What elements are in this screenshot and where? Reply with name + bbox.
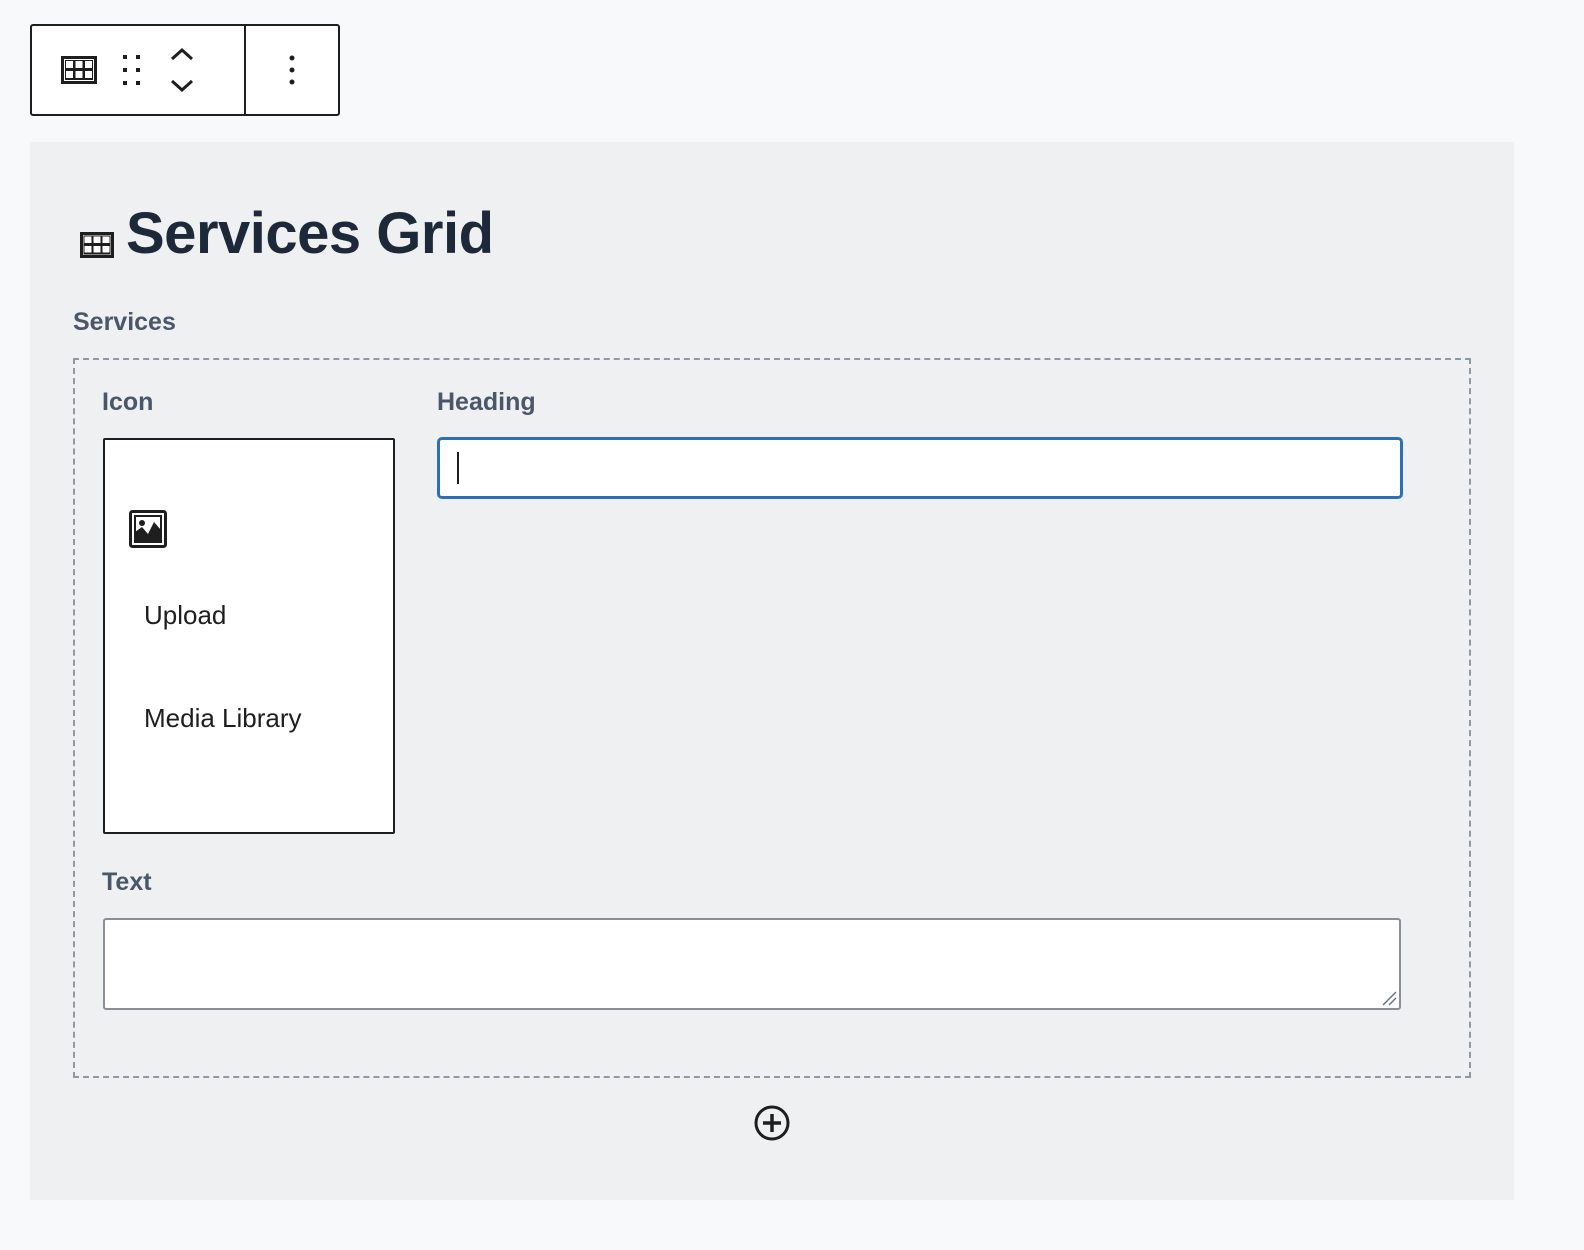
toolbar-options-group	[246, 26, 338, 114]
add-service-button[interactable]	[752, 1103, 792, 1143]
grid-icon	[80, 231, 114, 258]
heading-input[interactable]	[437, 437, 1403, 499]
services-repeater-item: Icon Heading Upload Media Library Text	[73, 358, 1471, 1078]
upload-button[interactable]: Upload	[144, 600, 226, 631]
text-textarea[interactable]	[103, 918, 1401, 1010]
block-type-button[interactable]	[48, 40, 110, 100]
block-movers	[154, 30, 210, 110]
resize-handle-icon[interactable]	[1381, 990, 1397, 1006]
chevron-up-icon	[170, 47, 194, 61]
text-caret	[457, 452, 459, 484]
grid-icon	[61, 56, 97, 84]
drag-handle-icon	[123, 55, 140, 85]
image-icon	[129, 510, 167, 548]
text-field-label: Text	[102, 868, 152, 896]
more-vertical-icon	[289, 55, 295, 85]
drag-handle-button[interactable]	[110, 40, 154, 100]
icon-field-label: Icon	[102, 388, 154, 416]
block-toolbar	[30, 24, 340, 116]
plus-circle-icon	[754, 1105, 790, 1141]
heading-field-label: Heading	[437, 388, 536, 416]
services-label: Services	[73, 308, 176, 336]
chevron-down-icon	[170, 79, 194, 93]
block-title: Services Grid	[80, 200, 494, 267]
options-button[interactable]	[267, 40, 317, 100]
move-down-button[interactable]	[162, 73, 202, 99]
media-library-button[interactable]: Media Library	[144, 703, 302, 734]
icon-media-placeholder: Upload Media Library	[103, 438, 395, 834]
services-grid-block[interactable]: Services Grid Services Icon Heading Uplo…	[30, 142, 1514, 1200]
page-title: Services Grid	[126, 201, 494, 266]
move-up-button[interactable]	[162, 41, 202, 67]
toolbar-main-group	[32, 26, 246, 114]
